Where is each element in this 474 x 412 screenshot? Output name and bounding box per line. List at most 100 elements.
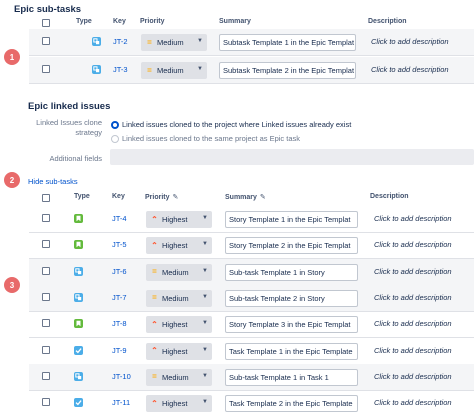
- priority-medium-icon: =: [147, 65, 152, 75]
- linked-summary-column-header: Summary ✎: [225, 193, 266, 202]
- priority-column-header: Priority: [140, 18, 165, 25]
- summary-input[interactable]: Task Template 1 in the Epic Template: [225, 342, 358, 360]
- pencil-icon[interactable]: ✎: [260, 193, 266, 201]
- priority-highest-icon: ⌃: [151, 319, 158, 329]
- key-column-header: Key: [113, 18, 126, 25]
- summary-input[interactable]: Subtask Template 1 in the Epic Templat: [219, 34, 356, 51]
- issue-key-link[interactable]: JT-11: [112, 398, 130, 407]
- priority-select[interactable]: = Medium ▼: [146, 289, 212, 307]
- description-placeholder[interactable]: Click to add description: [374, 267, 452, 276]
- row-checkbox[interactable]: [42, 37, 50, 45]
- row-checkbox[interactable]: [42, 292, 50, 301]
- issue-key-link[interactable]: JT-4: [112, 214, 127, 223]
- priority-select[interactable]: ⌃ Highest ▼: [146, 395, 212, 412]
- step-badge-3: 3: [4, 277, 20, 293]
- row-divider: [29, 55, 474, 56]
- issue-key-link[interactable]: JT-5: [112, 240, 127, 249]
- clone-strategy-label: Linked Issues clone strategy: [36, 118, 102, 137]
- summary-input[interactable]: Story Template 3 in the Epic Templat: [225, 316, 358, 334]
- issue-key-link[interactable]: JT-9: [112, 346, 127, 355]
- priority-value: Highest: [162, 241, 188, 251]
- row-checkbox[interactable]: [42, 371, 50, 380]
- issue-key-link[interactable]: JT-2: [113, 37, 128, 46]
- priority-select[interactable]: ⌃ Highest ▼: [146, 211, 212, 228]
- priority-value: Medium: [157, 66, 184, 75]
- clone-strategy-radio-same[interactable]: [111, 135, 119, 143]
- row-checkbox[interactable]: [42, 214, 50, 222]
- priority-select[interactable]: ⌃ Highest ▼: [146, 342, 212, 360]
- issue-key-link[interactable]: JT-6: [112, 267, 127, 276]
- summary-input[interactable]: Story Template 2 in the Epic Templat: [225, 237, 358, 255]
- description-placeholder[interactable]: Click to add description: [374, 346, 452, 355]
- description-placeholder[interactable]: Click to add description: [374, 293, 452, 302]
- chevron-down-icon: ▼: [202, 215, 208, 221]
- priority-select[interactable]: ⌃ Highest ▼: [146, 316, 212, 334]
- summary-input[interactable]: Sub-task Template 1 in Story: [225, 263, 358, 281]
- row-checkbox[interactable]: [42, 319, 50, 328]
- priority-select[interactable]: = Medium ▼: [146, 263, 212, 281]
- summary-input[interactable]: Sub-task Template 1 in Task 1: [225, 368, 358, 386]
- issue-key-link[interactable]: JT-3: [113, 65, 128, 74]
- summary-input[interactable]: Task Template 2 in the Epic Template: [225, 395, 358, 412]
- summary-input[interactable]: Subtask Template 2 in the Epic Templat: [219, 62, 356, 79]
- priority-select[interactable]: = Medium ▼: [141, 34, 207, 51]
- clone-strategy-option-same[interactable]: Linked issues cloned to the same project…: [122, 134, 300, 143]
- issue-key-link[interactable]: JT-10: [112, 372, 131, 381]
- step-badge-1: 1: [4, 49, 20, 65]
- story-icon: [74, 214, 83, 223]
- row-checkbox[interactable]: [42, 345, 50, 354]
- description-placeholder[interactable]: Click to add description: [374, 372, 452, 381]
- chevron-down-icon: ▼: [197, 38, 203, 44]
- chevron-down-icon: ▼: [202, 293, 208, 300]
- priority-select[interactable]: = Medium ▼: [141, 62, 207, 79]
- priority-value: Highest: [162, 346, 188, 356]
- priority-medium-icon: =: [152, 267, 157, 277]
- story-icon: [74, 240, 83, 250]
- description-placeholder[interactable]: Click to add description: [374, 319, 452, 328]
- priority-select[interactable]: = Medium ▼: [146, 368, 212, 386]
- priority-value: Medium: [162, 372, 189, 382]
- description-placeholder[interactable]: Click to add description: [371, 37, 449, 46]
- row-checkbox[interactable]: [42, 266, 50, 275]
- type-column-header: Type: [76, 18, 92, 25]
- chevron-down-icon: ▼: [202, 399, 208, 406]
- row-checkbox[interactable]: [42, 398, 50, 407]
- chevron-down-icon: ▼: [202, 267, 208, 274]
- linked-type-column-header: Type: [74, 193, 90, 200]
- row-checkbox[interactable]: [42, 65, 50, 73]
- priority-value: Medium: [162, 267, 189, 277]
- description-placeholder[interactable]: Click to add description: [374, 240, 452, 249]
- additional-fields-label: Additional fields: [49, 154, 102, 163]
- chevron-down-icon: ▼: [202, 320, 208, 327]
- priority-highest-icon: ⌃: [151, 240, 158, 250]
- description-placeholder[interactable]: Click to add description: [371, 65, 449, 74]
- description-placeholder[interactable]: Click to add description: [374, 398, 452, 407]
- priority-select[interactable]: ⌃ Highest ▼: [146, 237, 212, 255]
- linked-key-column-header: Key: [112, 193, 125, 200]
- priority-value: Medium: [162, 293, 189, 303]
- description-placeholder[interactable]: Click to add description: [374, 214, 452, 223]
- issue-key-link[interactable]: JT-8: [112, 319, 127, 328]
- chevron-down-icon: ▼: [202, 241, 208, 248]
- row-checkbox[interactable]: [42, 240, 50, 249]
- step-badge-2: 2: [4, 172, 20, 188]
- summary-input[interactable]: Sub-task Template 2 in Story: [225, 289, 358, 307]
- hide-subtasks-link[interactable]: Hide sub-tasks: [28, 177, 78, 186]
- clone-strategy-option-existing[interactable]: Linked issues cloned to the project wher…: [122, 120, 351, 129]
- select-all-checkbox[interactable]: [42, 19, 50, 27]
- story-icon: [74, 319, 83, 329]
- summary-input[interactable]: Story Template 1 in the Epic Templat: [225, 211, 358, 228]
- row-divider: [29, 83, 474, 84]
- task-icon: [74, 345, 83, 355]
- summary-column-header: Summary: [219, 18, 251, 25]
- priority-medium-icon: =: [152, 372, 157, 382]
- pencil-icon[interactable]: ✎: [173, 193, 179, 201]
- issue-key-link[interactable]: JT-7: [112, 293, 127, 302]
- clone-strategy-radio-existing[interactable]: [111, 121, 119, 129]
- priority-highest-icon: ⌃: [151, 346, 158, 355]
- linked-select-all-checkbox[interactable]: [42, 194, 50, 202]
- additional-fields-input[interactable]: [110, 149, 474, 165]
- priority-value: Highest: [162, 320, 188, 330]
- description-column-header: Description: [368, 18, 407, 25]
- priority-value: Medium: [157, 38, 184, 47]
